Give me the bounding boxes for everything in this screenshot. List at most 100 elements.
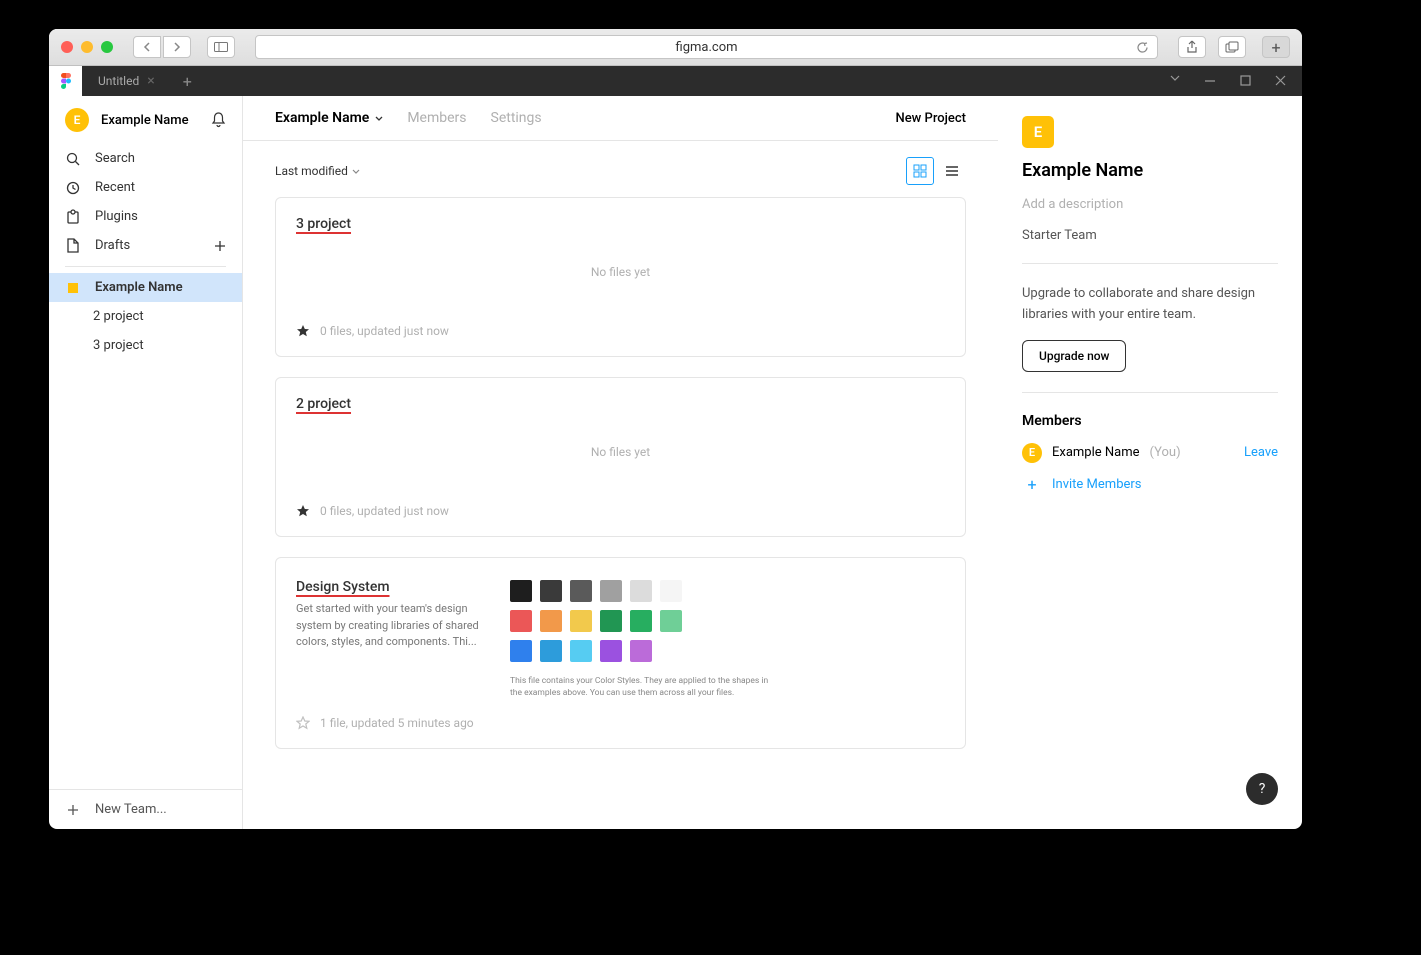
sidebar-item-label: Recent — [95, 180, 135, 195]
team-description-input[interactable]: Add a description — [1022, 197, 1278, 212]
sidebar-item-plugins[interactable]: Plugins — [49, 202, 242, 231]
user-avatar: E — [65, 108, 89, 132]
sidebar-item-label: Drafts — [95, 238, 130, 253]
sidebar-item-drafts[interactable]: Drafts — [49, 231, 242, 260]
sort-dropdown[interactable]: Last modified — [275, 164, 360, 178]
project-description: Get started with your team's design syst… — [296, 601, 486, 651]
add-draft-icon[interactable] — [214, 240, 226, 252]
figma-home-button[interactable] — [49, 66, 82, 96]
app-tab-untitled[interactable]: Untitled × — [82, 66, 171, 96]
divider — [1022, 263, 1278, 264]
browser-chrome: figma.com + — [49, 29, 1302, 66]
list-view-button[interactable] — [938, 157, 966, 185]
color-swatch — [630, 580, 652, 602]
drafts-icon — [65, 238, 81, 253]
app-minimize-icon[interactable] — [1204, 75, 1216, 87]
sidebar-item-recent[interactable]: Recent — [49, 173, 242, 202]
sidebar-project-2[interactable]: 2 project — [49, 302, 242, 331]
plus-icon: + — [1022, 475, 1042, 495]
url-text: figma.com — [675, 40, 737, 55]
swatch-row — [510, 580, 945, 602]
sidebar-new-team[interactable]: New Team... — [49, 789, 242, 829]
chevron-down-icon — [375, 116, 383, 121]
project-card-2[interactable]: 2 project No files yet 0 files, updated … — [275, 377, 966, 537]
sidebar-user-header[interactable]: E Example Name — [49, 96, 242, 144]
app-tab-close-icon[interactable]: × — [147, 73, 154, 89]
sidebar-item-search[interactable]: Search — [49, 144, 242, 173]
grid-icon — [913, 164, 927, 178]
project-card-3[interactable]: 3 project No files yet 0 files, updated … — [275, 197, 966, 357]
list-icon — [945, 165, 959, 177]
invite-members-button[interactable]: + Invite Members — [1022, 475, 1278, 495]
leave-link[interactable]: Leave — [1244, 445, 1278, 460]
divider — [1022, 392, 1278, 393]
color-swatch — [570, 610, 592, 632]
help-button[interactable]: ? — [1246, 773, 1278, 805]
team-title: Example Name — [1022, 160, 1278, 181]
plugins-icon — [65, 209, 81, 224]
app-maximize-icon[interactable] — [1240, 75, 1251, 87]
nav-forward-button[interactable] — [163, 36, 191, 58]
sidebar-item-label: 3 project — [93, 338, 144, 353]
color-swatch — [510, 580, 532, 602]
search-icon — [65, 152, 81, 166]
color-swatch — [630, 610, 652, 632]
color-swatch — [510, 610, 532, 632]
color-swatch — [540, 580, 562, 602]
window-close[interactable] — [61, 41, 73, 53]
color-swatch — [540, 610, 562, 632]
star-outline-icon[interactable] — [296, 716, 310, 730]
project-card-design-system[interactable]: Design System Get started with your team… — [275, 557, 966, 749]
address-bar[interactable]: figma.com — [255, 35, 1158, 59]
color-swatch — [570, 640, 592, 662]
upgrade-button[interactable]: Upgrade now — [1022, 340, 1126, 372]
user-name: Example Name — [101, 113, 199, 128]
notifications-icon[interactable] — [211, 112, 226, 128]
project-empty-text: No files yet — [296, 232, 945, 312]
sidebar-item-label: Example Name — [95, 280, 183, 295]
sidebar: E Example Name Search Recent Plugins — [49, 96, 243, 829]
team-icon — [65, 283, 81, 293]
tab-members[interactable]: Members — [407, 110, 466, 126]
chevron-down-icon — [352, 169, 360, 174]
share-button[interactable] — [1178, 36, 1206, 58]
sidebar-project-3[interactable]: 3 project — [49, 331, 242, 360]
project-title: 3 project — [296, 216, 945, 232]
star-icon[interactable] — [296, 324, 310, 338]
swatch-row — [510, 640, 945, 662]
project-meta: 0 files, updated just now — [320, 504, 449, 518]
member-name: Example Name — [1052, 445, 1140, 460]
tabs-button[interactable] — [1218, 36, 1246, 58]
reload-icon[interactable] — [1136, 41, 1149, 54]
tab-settings[interactable]: Settings — [491, 110, 542, 126]
nav-back-button[interactable] — [133, 36, 161, 58]
sidebar-team-example[interactable]: Example Name — [49, 273, 242, 302]
star-icon[interactable] — [296, 504, 310, 518]
member-avatar: E — [1022, 443, 1042, 463]
window-maximize[interactable] — [101, 41, 113, 53]
content-area: Example Name Members Settings New Projec… — [243, 96, 998, 829]
figma-logo-icon — [61, 73, 71, 89]
new-tab-button[interactable]: + — [1262, 36, 1290, 58]
color-swatch — [600, 610, 622, 632]
chevron-down-icon[interactable] — [1170, 75, 1180, 87]
sidebar-item-label: 2 project — [93, 309, 144, 324]
color-swatch — [540, 640, 562, 662]
project-empty-text: No files yet — [296, 412, 945, 492]
project-title: Design System — [296, 579, 390, 595]
window-minimize[interactable] — [81, 41, 93, 53]
plus-icon — [65, 804, 81, 816]
new-project-button[interactable]: New Project — [895, 111, 966, 126]
content-toolbar: Last modified — [243, 141, 998, 197]
app-tab-add-button[interactable]: + — [171, 72, 204, 91]
app-tabs-bar: Untitled × + — [49, 66, 1302, 96]
browser-sidebar-button[interactable] — [207, 36, 235, 58]
project-meta: 1 file, updated 5 minutes ago — [320, 716, 474, 730]
design-system-preview: This file contains your Color Styles. Th… — [510, 576, 945, 704]
sidebar-divider — [65, 266, 226, 267]
swatch-row — [510, 610, 945, 632]
app-close-icon[interactable] — [1275, 75, 1286, 87]
grid-view-button[interactable] — [906, 157, 934, 185]
tab-team-name[interactable]: Example Name — [275, 110, 383, 126]
project-meta: 0 files, updated just now — [320, 324, 449, 338]
